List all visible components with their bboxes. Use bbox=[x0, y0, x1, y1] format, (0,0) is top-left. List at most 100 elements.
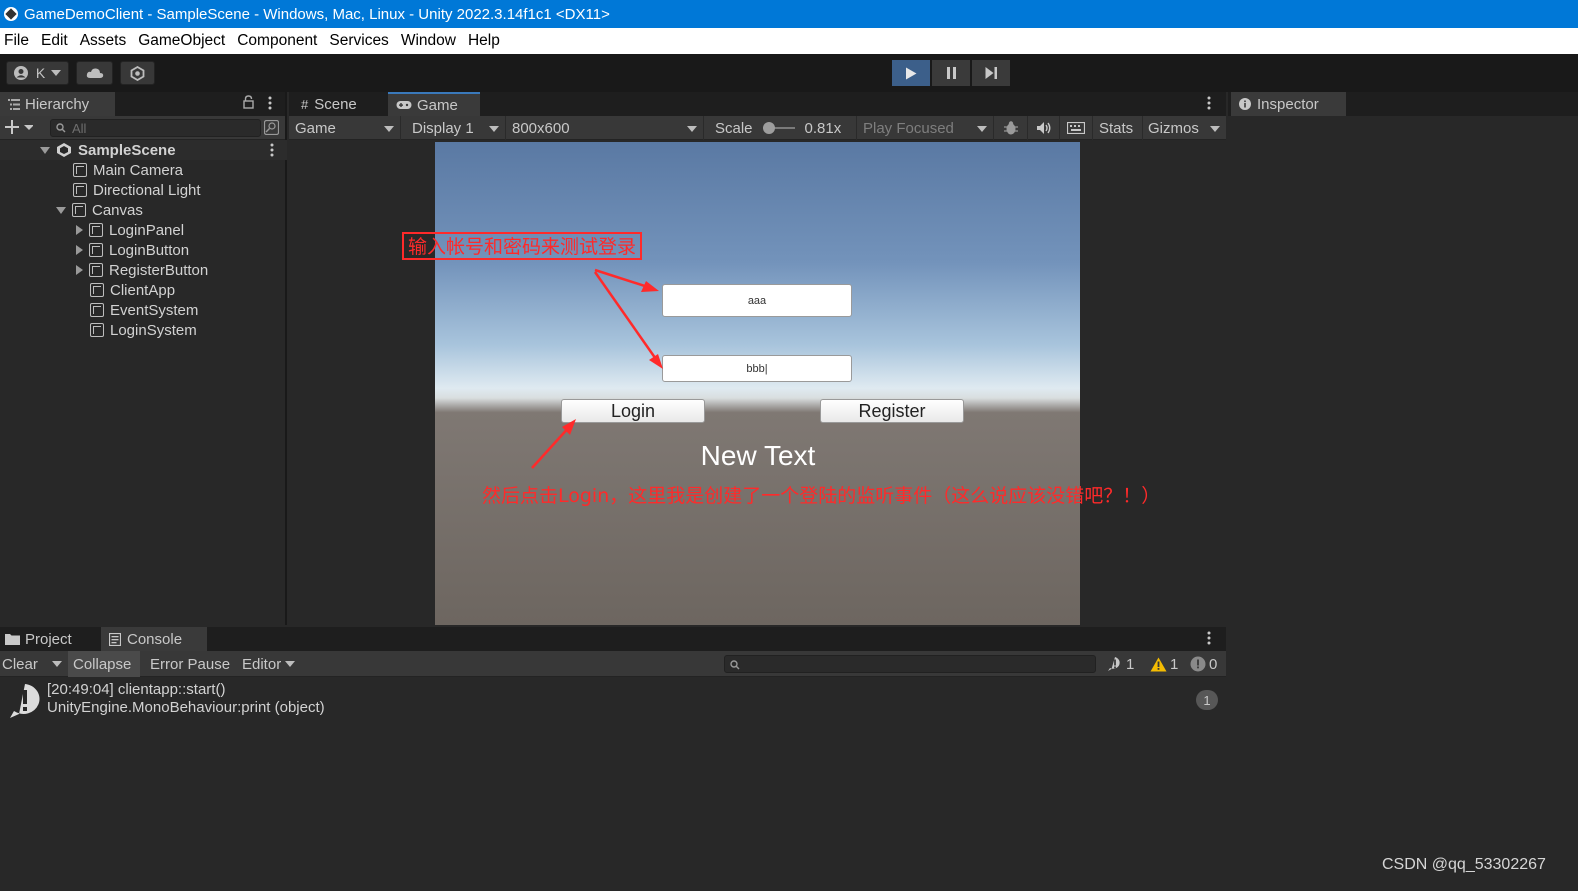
hierarchy-item-loginpanel[interactable]: LoginPanel bbox=[0, 220, 287, 240]
play-button[interactable] bbox=[892, 60, 930, 86]
gameobject-icon bbox=[89, 223, 103, 237]
collapsed-arrow-icon[interactable] bbox=[76, 225, 83, 235]
step-icon bbox=[985, 67, 997, 79]
warning-filter-toggle[interactable]: 1 bbox=[1150, 651, 1178, 677]
console-tabbar: Project Console bbox=[0, 627, 1226, 651]
console-panel: Project Console Clear Collapse Error Pau… bbox=[0, 627, 1226, 891]
menu-assets[interactable]: Assets bbox=[75, 32, 134, 50]
collapse-label: Collapse bbox=[73, 655, 132, 673]
tab-console[interactable]: Console bbox=[101, 627, 207, 651]
hierarchy-item-main-camera[interactable]: Main Camera bbox=[0, 160, 287, 180]
hierarchy-panel: Hierarchy All SampleScene Main Camera Di… bbox=[0, 92, 287, 625]
hierarchy-scene-row[interactable]: SampleScene bbox=[0, 140, 287, 160]
play-icon bbox=[906, 67, 917, 79]
add-icon[interactable] bbox=[5, 120, 34, 138]
chevron-down-icon bbox=[51, 70, 62, 76]
project-tab-label: Project bbox=[25, 630, 72, 648]
menu-file[interactable]: File bbox=[0, 32, 36, 50]
expand-arrow-icon[interactable] bbox=[56, 206, 66, 214]
warning-icon bbox=[1150, 657, 1167, 671]
tab-inspector[interactable]: Inspector bbox=[1231, 92, 1346, 116]
window-title-bar: GameDemoClient - SampleScene - Windows, … bbox=[0, 0, 1578, 28]
console-entry-line2: UnityEngine.MonoBehaviour:print (object) bbox=[47, 699, 325, 716]
menu-help[interactable]: Help bbox=[463, 32, 507, 50]
hierarchy-item-clientapp[interactable]: ClientApp bbox=[0, 280, 287, 300]
collab-button[interactable] bbox=[120, 61, 155, 85]
folder-icon bbox=[5, 634, 20, 645]
kebab-menu-icon[interactable] bbox=[1207, 631, 1211, 649]
hierarchy-item-label: Directional Light bbox=[93, 181, 201, 199]
gameobject-icon bbox=[89, 243, 103, 257]
pause-icon bbox=[946, 67, 956, 79]
info-count: 1 bbox=[1126, 655, 1135, 673]
hierarchy-search-input[interactable]: All bbox=[50, 119, 261, 137]
collapsed-arrow-icon[interactable] bbox=[76, 265, 83, 275]
gameobject-icon bbox=[90, 323, 104, 337]
kebab-menu-icon[interactable] bbox=[268, 96, 272, 114]
search-icon bbox=[56, 123, 66, 133]
window-title: GameDemoClient - SampleScene - Windows, … bbox=[24, 5, 610, 23]
unity-logo-icon bbox=[4, 7, 18, 21]
chevron-down-icon bbox=[285, 661, 296, 667]
gameobject-icon bbox=[90, 283, 104, 297]
hierarchy-item-label: ClientApp bbox=[110, 281, 176, 299]
tab-project[interactable]: Project bbox=[0, 627, 97, 651]
tab-hierarchy[interactable]: Hierarchy bbox=[0, 92, 115, 116]
hierarchy-item-label: LoginSystem bbox=[110, 321, 197, 339]
info-message-icon bbox=[1108, 657, 1120, 671]
hierarchy-item-label: Canvas bbox=[92, 201, 143, 219]
hierarchy-item-label: LoginPanel bbox=[109, 221, 185, 239]
console-icon bbox=[109, 632, 121, 646]
menu-window[interactable]: Window bbox=[396, 32, 463, 50]
menu-edit[interactable]: Edit bbox=[36, 32, 75, 50]
search-icon bbox=[730, 660, 740, 670]
expand-arrow-icon[interactable] bbox=[40, 146, 50, 154]
collapse-toggle[interactable]: Collapse bbox=[68, 651, 140, 677]
error-icon bbox=[1190, 656, 1206, 672]
info-filter-toggle[interactable]: 1 bbox=[1107, 651, 1134, 677]
account-dropdown[interactable]: K bbox=[6, 61, 69, 85]
lock-icon[interactable] bbox=[243, 95, 254, 113]
clear-button[interactable]: Clear bbox=[2, 651, 38, 677]
menu-gameobject[interactable]: GameObject bbox=[133, 32, 232, 50]
menu-bar: File Edit Assets GameObject Component Se… bbox=[0, 28, 1578, 54]
log-message-icon bbox=[10, 684, 40, 718]
hierarchy-item-registerbutton[interactable]: RegisterButton bbox=[0, 260, 287, 280]
menu-component[interactable]: Component bbox=[232, 32, 324, 50]
account-initial: K bbox=[35, 65, 46, 81]
annotation-bottom: 然后点击Login，这里我是创建了一个登陆的监听事件（这么说应该没错吧？！） bbox=[482, 485, 1161, 507]
search-placeholder: All bbox=[72, 120, 87, 136]
hierarchy-item-directional-light[interactable]: Directional Light bbox=[0, 180, 287, 200]
inspector-tabbar: Inspector bbox=[1228, 92, 1578, 116]
error-filter-toggle[interactable]: 0 bbox=[1190, 651, 1217, 677]
hierarchy-item-canvas[interactable]: Canvas bbox=[0, 200, 287, 220]
console-search-input[interactable] bbox=[724, 655, 1096, 673]
gameobject-icon bbox=[90, 303, 104, 317]
hierarchy-tabbar: Hierarchy bbox=[0, 92, 285, 116]
gameobject-icon bbox=[72, 203, 86, 217]
clear-options-chevron-icon[interactable] bbox=[52, 661, 62, 667]
editor-dropdown[interactable]: Editor bbox=[242, 651, 296, 677]
info-icon bbox=[1239, 98, 1251, 110]
hierarchy-item-loginsystem[interactable]: LoginSystem bbox=[0, 320, 287, 340]
account-icon bbox=[13, 66, 28, 80]
cloud-button[interactable] bbox=[76, 61, 113, 85]
unity-scene-icon bbox=[57, 143, 71, 157]
collapsed-arrow-icon[interactable] bbox=[76, 245, 83, 255]
console-entry[interactable]: [20:49:04] clientapp::start() UnityEngin… bbox=[0, 678, 1226, 720]
hierarchy-item-eventsystem[interactable]: EventSystem bbox=[0, 300, 287, 320]
watermark: CSDN @qq_53302267 bbox=[1382, 856, 1546, 873]
console-tab-label: Console bbox=[127, 630, 183, 648]
gameobject-icon bbox=[73, 163, 87, 177]
pause-button[interactable] bbox=[932, 60, 970, 86]
error-pause-toggle[interactable]: Error Pause bbox=[150, 651, 230, 677]
scene-visibility-icon[interactable] bbox=[263, 119, 280, 139]
main-toolbar: K bbox=[0, 54, 1578, 92]
scene-menu-icon[interactable] bbox=[270, 143, 274, 161]
hierarchy-item-loginbutton[interactable]: LoginButton bbox=[0, 240, 287, 260]
console-toolbar: Clear Collapse Error Pause Editor 1 1 0 bbox=[0, 651, 1226, 677]
console-entry-count-badge: 1 bbox=[1196, 690, 1218, 710]
step-button[interactable] bbox=[972, 60, 1010, 86]
menu-services[interactable]: Services bbox=[324, 32, 395, 50]
inspector-panel: Inspector CSDN @qq_53302267 bbox=[1228, 92, 1578, 891]
